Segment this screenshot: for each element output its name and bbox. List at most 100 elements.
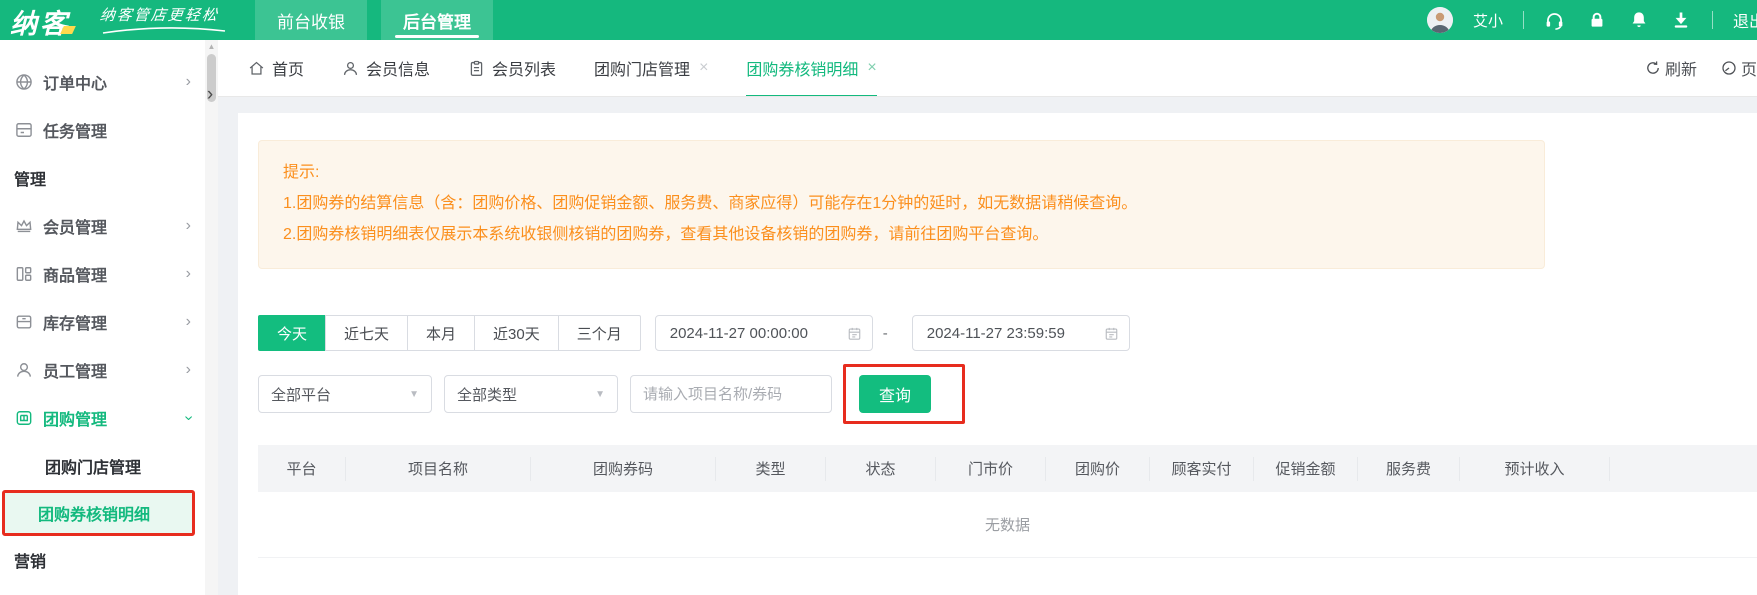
close-icon[interactable]: × xyxy=(699,59,708,77)
end-datetime-input[interactable]: 2024-11-27 23:59:59 xyxy=(912,315,1130,351)
topbar-divider xyxy=(1712,11,1713,29)
mode-switch-nav: 前台收银 后台管理 xyxy=(255,0,493,40)
sidebar-section-mgmt: 管理 xyxy=(0,154,205,202)
topbar-right-cluster: 艾小 退出 xyxy=(1427,0,1757,40)
page-actions-button[interactable]: 页面 xyxy=(1721,56,1757,80)
crown-icon xyxy=(14,216,34,236)
backoffice-tab[interactable]: 后台管理 xyxy=(381,0,493,40)
search-filter-row: 全部平台 ▼ 全部类型 ▼ 查询 xyxy=(258,364,1757,424)
user-name[interactable]: 艾小 xyxy=(1473,10,1503,31)
sidebar-item-member-mgmt[interactable]: 会员管理 › xyxy=(0,202,205,250)
lock-icon[interactable] xyxy=(1586,9,1608,31)
sidebar-item-staff-mgmt[interactable]: 员工管理 › xyxy=(0,346,205,394)
sidebar-item-order-center[interactable]: 订单中心 › xyxy=(0,58,205,106)
close-icon[interactable]: × xyxy=(867,59,876,77)
column-header: 门市价 xyxy=(936,457,1046,481)
home-icon xyxy=(248,60,265,77)
range-thismonth-button[interactable]: 本月 xyxy=(407,315,475,351)
list-icon xyxy=(468,60,485,77)
tab-groupbuy-store-mgmt[interactable]: 团购门店管理 × xyxy=(594,40,708,97)
topbar: 纳客 纳客管店更轻松 前台收银 后台管理 艾小 xyxy=(0,0,1757,40)
column-header: 项目名称 xyxy=(346,457,531,481)
download-icon[interactable] xyxy=(1670,9,1692,31)
person-icon xyxy=(14,360,34,380)
front-cashier-tab[interactable]: 前台收银 xyxy=(255,0,367,40)
headset-icon[interactable] xyxy=(1544,9,1566,31)
type-select[interactable]: 全部类型 ▼ xyxy=(444,375,618,413)
content-card: 提示: 1.团购券的结算信息（含：团购价格、团购促销金额、服务费、商家应得）可能… xyxy=(238,113,1757,595)
bell-icon[interactable] xyxy=(1628,9,1650,31)
range-today-button[interactable]: 今天 xyxy=(258,315,326,351)
column-header: 顾客实付 xyxy=(1150,457,1254,481)
sidebar-item-groupbuy-mgmt[interactable]: 团购管理 › xyxy=(0,394,205,442)
sidebar-item-task-mgmt[interactable]: 任务管理 xyxy=(0,106,205,154)
column-header: 团购券码 xyxy=(531,457,716,481)
chevron-right-icon: › xyxy=(186,217,191,235)
app-window: 纳客 纳客管店更轻松 前台收银 后台管理 艾小 xyxy=(0,0,1757,595)
table-header-filler xyxy=(1610,457,1757,481)
table-header-row: 平台 项目名称 团购券码 类型 状态 门市价 团购价 顾客实付 促销金额 服务费… xyxy=(258,445,1757,492)
column-header: 平台 xyxy=(258,457,346,481)
slogan-underline-stroke xyxy=(100,26,228,35)
main-area: 首页 会员信息 会员列表 团购门店管理 × 团购券核销明细 × 刷新 xyxy=(218,40,1757,595)
platform-select[interactable]: 全部平台 ▼ xyxy=(258,375,432,413)
refresh-icon xyxy=(1645,60,1661,76)
date-range-separator: - xyxy=(883,325,888,342)
column-header: 类型 xyxy=(716,457,826,481)
column-header: 状态 xyxy=(826,457,936,481)
empty-state: 无数据 xyxy=(258,492,1757,558)
notice-title: 提示: xyxy=(283,157,1520,188)
tab-member-list[interactable]: 会员列表 xyxy=(468,40,556,97)
start-datetime-input[interactable]: 2024-11-27 00:00:00 xyxy=(655,315,873,351)
notice-line: 1.团购券的结算信息（含：团购价格、团购促销金额、服务费、商家应得）可能存在1分… xyxy=(283,188,1520,219)
annotation-box-search: 查询 xyxy=(843,364,965,424)
page-tabstrip: 首页 会员信息 会员列表 团购门店管理 × 团购券核销明细 × 刷新 xyxy=(218,40,1757,97)
sidebar-collapse-chevron[interactable]: › xyxy=(201,82,219,108)
chevron-right-icon: › xyxy=(186,313,191,331)
chevron-right-icon: › xyxy=(186,73,191,91)
range-last7days-button[interactable]: 近七天 xyxy=(325,315,408,351)
column-header: 预计收入 xyxy=(1460,457,1610,481)
tab-member-info[interactable]: 会员信息 xyxy=(342,40,430,97)
range-last30days-button[interactable]: 近30天 xyxy=(474,315,559,351)
chevron-right-icon: › xyxy=(186,361,191,379)
keyword-input[interactable] xyxy=(630,375,832,413)
quick-range-group: 今天 近七天 本月 近30天 三个月 xyxy=(258,315,641,351)
chevron-right-icon: › xyxy=(186,265,191,283)
tab-home[interactable]: 首页 xyxy=(248,40,304,97)
sidebar-item-goods-mgmt[interactable]: 商品管理 › xyxy=(0,250,205,298)
column-header: 团购价 xyxy=(1046,457,1150,481)
notice-box: 提示: 1.团购券的结算信息（含：团购价格、团购促销金额、服务费、商家应得）可能… xyxy=(258,140,1545,269)
sidebar-section-marketing: 营销 xyxy=(0,536,205,584)
date-filter-row: 今天 近七天 本月 近30天 三个月 2024-11-27 00:00:00 -… xyxy=(258,315,1757,351)
logo-accent-shape xyxy=(60,26,76,34)
logout-button[interactable]: 退出 xyxy=(1733,8,1757,32)
inventory-icon xyxy=(14,312,34,332)
member-icon xyxy=(342,60,359,77)
empty-state-text: 无数据 xyxy=(985,514,1030,535)
groupbuy-icon xyxy=(14,408,34,428)
sidebar: 订单中心 › 任务管理 管理 会员管理 › 商品管理 › 库存管理 › 员工管理 xyxy=(0,40,205,595)
sidebar-item-inventory-mgmt[interactable]: 库存管理 › xyxy=(0,298,205,346)
user-avatar[interactable] xyxy=(1427,7,1453,33)
window-icon xyxy=(14,120,34,140)
scrollbar-up-arrow[interactable]: ▲ xyxy=(205,42,218,51)
notice-line: 2.团购券核销明细表仅展示本系统收银侧核销的团购券，查看其他设备核销的团购券，请… xyxy=(283,219,1520,250)
refresh-button[interactable]: 刷新 xyxy=(1645,56,1697,80)
search-button[interactable]: 查询 xyxy=(859,375,931,413)
chevron-down-icon: › xyxy=(179,415,197,420)
chevron-down-icon: ▼ xyxy=(595,389,605,400)
calendar-icon xyxy=(847,326,862,341)
brand-slogan: 纳客管店更轻松 xyxy=(100,4,228,35)
sidebar-scrollbar: ▲ › xyxy=(205,40,218,595)
column-header: 促销金额 xyxy=(1254,457,1358,481)
sidebar-subitem-groupbuy-store-mgmt[interactable]: 团购门店管理 xyxy=(0,442,205,490)
brand-logo: 纳客 xyxy=(10,2,70,40)
clock-icon xyxy=(1721,60,1737,76)
tabstrip-actions: 刷新 页面 xyxy=(1645,56,1757,80)
tab-voucher-verify-detail[interactable]: 团购券核销明细 × xyxy=(746,40,876,97)
globe-icon xyxy=(14,72,34,92)
range-3months-button[interactable]: 三个月 xyxy=(558,315,641,351)
calendar-icon xyxy=(1104,326,1119,341)
sidebar-subitem-voucher-verify-detail[interactable]: 团购券核销明细 xyxy=(5,493,192,533)
